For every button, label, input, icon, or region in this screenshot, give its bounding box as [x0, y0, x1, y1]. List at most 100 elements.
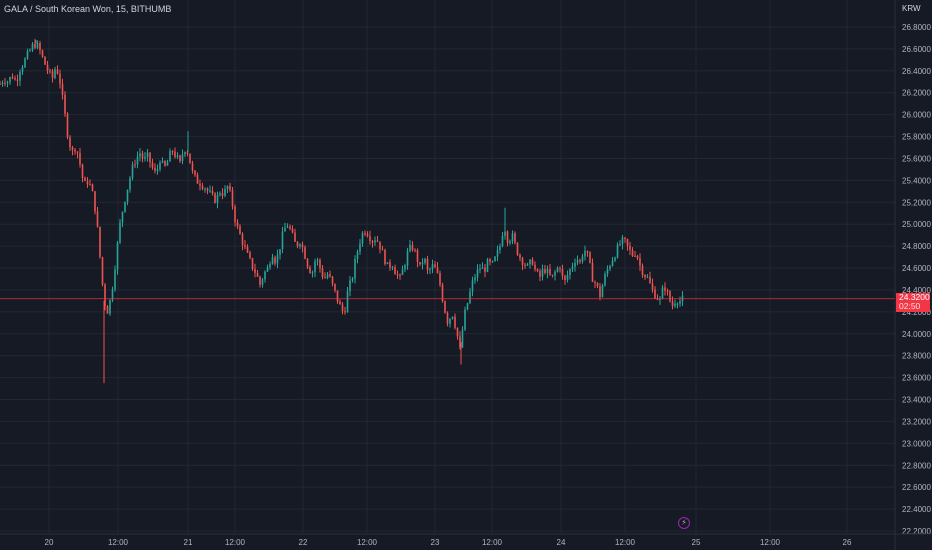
candle-body	[501, 235, 504, 247]
candle-body	[321, 268, 324, 278]
candle-body	[499, 246, 501, 250]
candle-body	[266, 267, 269, 272]
candle-body	[184, 152, 186, 155]
candle-body	[269, 264, 271, 268]
y-tick-label: 22.4000	[902, 505, 931, 514]
candle-body	[39, 42, 41, 51]
candle-body	[486, 259, 489, 272]
candle-body	[424, 258, 426, 263]
candle-body	[531, 259, 534, 265]
price-chart[interactable]: 26.8000 26.6000 26.4000 26.2000 26.0000 25.80…	[0, 0, 932, 550]
candle-body	[139, 153, 141, 157]
y-tick-label: 22.6000	[902, 483, 931, 492]
lightning-icon[interactable]: ⚡	[678, 517, 690, 529]
candle-body	[476, 269, 479, 278]
candle-body	[34, 43, 36, 48]
candle-body	[16, 79, 19, 81]
candle-body	[584, 250, 586, 257]
symbol-title[interactable]: GALA / South Korean Won, 15, BITHUMB	[4, 4, 171, 14]
y-tick-label: 25.4000	[902, 176, 931, 185]
candle-body	[624, 237, 626, 239]
y-tick-label: 22.8000	[902, 461, 931, 470]
candle-body	[114, 269, 116, 290]
candle-body	[229, 186, 231, 191]
candle-body	[641, 265, 644, 275]
candle-body	[554, 271, 556, 276]
candle-body	[169, 151, 171, 162]
candle-body	[361, 233, 364, 244]
candle-body	[241, 234, 244, 246]
candle-body	[511, 233, 514, 242]
currency-label: KRW	[902, 4, 921, 13]
candle-body	[199, 183, 201, 186]
candle-body	[191, 163, 194, 171]
candle-body	[131, 164, 134, 179]
candle-body	[439, 273, 441, 285]
candle-body	[164, 161, 166, 166]
candle-body	[136, 156, 139, 165]
candle-body	[444, 301, 446, 313]
candle-body	[281, 231, 284, 250]
candle-body	[349, 280, 351, 292]
candle-body	[294, 232, 296, 242]
candle-body	[251, 258, 254, 270]
candle-body	[19, 71, 21, 81]
candle-body	[286, 226, 289, 228]
x-tick-label: 20	[45, 538, 54, 547]
candle-body	[664, 287, 666, 291]
candle-body	[616, 244, 619, 258]
candle-body	[469, 291, 471, 304]
candle-body	[256, 272, 259, 277]
candle-body	[74, 149, 76, 152]
x-tick-label: 12:00	[615, 538, 636, 547]
candle-body	[626, 238, 629, 246]
candle-body	[9, 77, 11, 83]
candle-body	[4, 82, 6, 84]
candle-body	[21, 67, 24, 72]
candle-body	[669, 291, 671, 302]
candle-body	[119, 222, 121, 243]
candle-body	[259, 276, 261, 285]
candle-body	[451, 316, 454, 319]
candle-body	[86, 181, 89, 185]
candle-body	[639, 258, 641, 266]
y-tick-label: 23.4000	[902, 396, 931, 405]
candle-body	[261, 279, 264, 285]
candle-body	[551, 274, 554, 276]
candle-body	[484, 267, 486, 272]
candle-body	[289, 226, 291, 229]
x-tick-label: 12:00	[225, 538, 246, 547]
y-tick-label: 26.8000	[902, 23, 931, 32]
candle-body	[174, 151, 176, 157]
y-tick-label: 26.0000	[902, 111, 931, 120]
candle-body	[414, 250, 416, 252]
candle-body	[419, 262, 421, 265]
candle-body	[504, 231, 506, 236]
candle-body	[211, 190, 214, 194]
y-tick-label: 23.0000	[902, 439, 931, 448]
candle-body	[196, 174, 199, 184]
candle-body	[41, 50, 44, 57]
candle-body	[51, 71, 54, 78]
x-axis[interactable]: 20 12:00 21 12:00 22 12:00 23 12:00 24 12:00 25 12:…	[0, 533, 932, 547]
candle-body	[79, 152, 81, 165]
candle-body	[446, 312, 449, 324]
candle-body	[91, 184, 94, 192]
candle-body	[611, 260, 614, 266]
candle-body	[579, 259, 581, 262]
y-axis[interactable]: 26.8000 26.6000 26.4000 26.2000 26.0000 25.80…	[894, 0, 931, 550]
candle-body	[334, 283, 336, 291]
candle-body	[116, 242, 119, 270]
candle-body	[276, 254, 279, 264]
candle-body	[146, 152, 149, 158]
candle-body	[489, 259, 491, 262]
candle-body	[56, 69, 59, 74]
candle-body	[594, 282, 596, 284]
candle-body	[404, 265, 406, 270]
candle-body	[366, 234, 369, 237]
candle-body	[246, 246, 249, 253]
x-tick-label: 24	[557, 538, 566, 547]
candle-body	[614, 257, 616, 261]
candle-body	[646, 276, 649, 278]
candle-body	[106, 306, 109, 314]
